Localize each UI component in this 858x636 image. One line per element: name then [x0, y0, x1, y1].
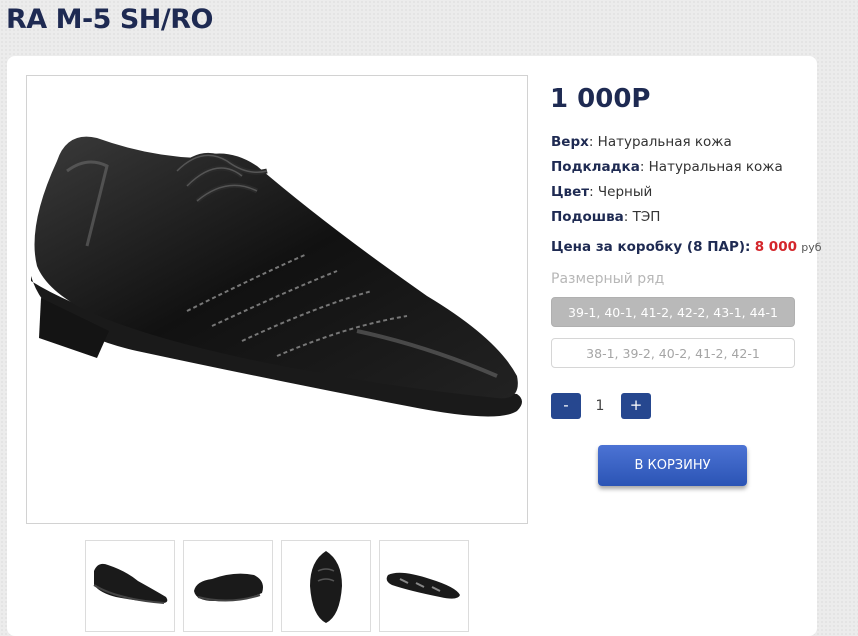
size-range-heading: Размерный ряд [551, 271, 665, 287]
shoe-angled-thumb-icon [194, 573, 263, 602]
size-option-selected[interactable]: 39-1, 40-1, 41-2, 42-2, 43-1, 44-1 [551, 297, 795, 327]
spec-label: Цвет [551, 184, 590, 200]
product-price: 1 000Р [550, 84, 651, 114]
thumbnail-1[interactable] [85, 540, 175, 632]
spec-label: Верх [551, 134, 589, 150]
page-title: RA M-5 SH/RO [6, 4, 214, 35]
spec-label: Подошва [551, 209, 624, 225]
quantity-input[interactable] [582, 393, 618, 419]
shoe-top-thumb-icon [310, 551, 342, 623]
spec-lining: Подкладка: Натуральная кожа [551, 159, 783, 175]
spec-value: : Натуральная кожа [639, 159, 783, 175]
quantity-increment-button[interactable]: + [621, 393, 651, 419]
shoe-photo-icon [31, 136, 522, 417]
shoe-sole-thumb-icon [386, 572, 460, 599]
quantity-decrement-button[interactable]: - [551, 393, 581, 419]
spec-upper: Верх: Натуральная кожа [551, 134, 732, 150]
box-price-amount: 8 000 [754, 239, 797, 255]
shoe-side-thumb-icon [93, 563, 168, 604]
box-price: Цена за коробку (8 ПАР): 8 000 руб [551, 239, 822, 255]
size-option[interactable]: 38-1, 39-2, 40-2, 41-2, 42-1 [551, 338, 795, 368]
box-price-currency: руб [801, 241, 822, 254]
spec-value: : ТЭП [623, 209, 661, 225]
spec-label: Подкладка [551, 159, 640, 175]
thumbnail-3[interactable] [281, 540, 371, 632]
spec-color: Цвет: Черный [551, 184, 652, 200]
box-price-label: Цена за коробку (8 ПАР): [551, 239, 751, 255]
spec-sole: Подошва: ТЭП [551, 209, 660, 225]
thumbnail-2[interactable] [183, 540, 273, 632]
add-to-cart-button[interactable]: В КОРЗИНУ [598, 445, 747, 486]
main-product-image[interactable] [26, 75, 528, 524]
spec-value: : Натуральная кожа [588, 134, 732, 150]
spec-value: : Черный [589, 184, 653, 200]
thumbnail-4[interactable] [379, 540, 469, 632]
